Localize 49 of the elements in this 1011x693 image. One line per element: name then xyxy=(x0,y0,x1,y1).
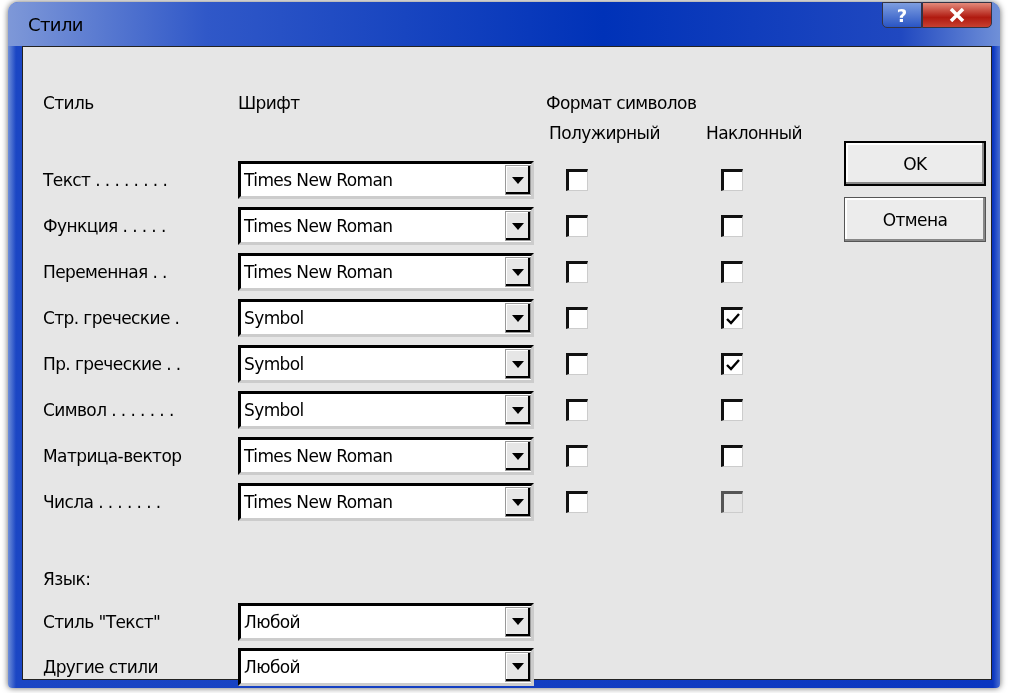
checkbox[interactable] xyxy=(566,491,588,513)
checkbox[interactable] xyxy=(721,261,743,283)
checkbox[interactable] xyxy=(566,307,588,329)
font-dropdown[interactable]: Times New Roman xyxy=(238,161,534,199)
font-dropdown[interactable]: Times New Roman xyxy=(238,253,534,291)
style-label: Текст . . . . . . . . xyxy=(43,170,169,190)
checkbox[interactable] xyxy=(721,353,743,375)
checkbox[interactable] xyxy=(721,307,743,329)
close-button[interactable] xyxy=(922,2,992,28)
help-button[interactable]: ? xyxy=(882,2,922,28)
language-dropdown[interactable]: Любой xyxy=(238,647,534,686)
checkbox[interactable] xyxy=(721,215,743,237)
style-label: Символ . . . . . . . xyxy=(43,400,175,420)
checkbox[interactable] xyxy=(566,445,588,467)
column-header: Шрифт xyxy=(238,93,301,113)
column-header: Полужирный xyxy=(549,123,660,143)
font-dropdown[interactable]: Symbol xyxy=(238,345,534,383)
checkbox[interactable] xyxy=(566,215,588,237)
window-title: Стили xyxy=(28,13,83,35)
checkbox[interactable] xyxy=(721,445,743,467)
checkbox[interactable] xyxy=(566,169,588,191)
column-header: Наклонный xyxy=(706,123,803,143)
cancel-button[interactable]: Отмена xyxy=(844,197,986,242)
group-header: Формат символов xyxy=(545,93,697,113)
ok-button[interactable]: OK xyxy=(844,141,986,186)
font-dropdown[interactable]: Times New Roman xyxy=(238,207,534,245)
language-label: Другие стили xyxy=(43,656,159,677)
checkbox[interactable] xyxy=(566,353,588,375)
check-icon xyxy=(726,313,740,325)
language-label: Стиль "Текст" xyxy=(43,611,162,632)
style-label: Числа . . . . . . . xyxy=(43,492,162,512)
font-dropdown[interactable]: Symbol xyxy=(238,391,534,429)
font-dropdown[interactable]: Symbol xyxy=(238,299,534,337)
checkbox[interactable] xyxy=(721,399,743,421)
font-dropdown[interactable]: Times New Roman xyxy=(238,437,534,475)
checkbox[interactable] xyxy=(721,169,743,191)
style-label: Стр. греческие . xyxy=(43,308,181,328)
style-label: Пр. греческие . . xyxy=(43,354,182,374)
style-label: Переменная . . xyxy=(43,262,168,282)
font-dropdown[interactable]: Times New Roman xyxy=(238,483,534,521)
close-icon xyxy=(949,8,965,22)
language-dropdown[interactable]: Любой xyxy=(238,602,534,641)
style-label: Матрица-вектор xyxy=(43,446,183,466)
checkbox[interactable] xyxy=(566,399,588,421)
check-icon xyxy=(726,359,740,371)
checkbox[interactable] xyxy=(566,261,588,283)
column-header: Стиль xyxy=(43,93,95,113)
style-label: Функция . . . . . xyxy=(43,216,167,236)
section-label: Язык: xyxy=(43,569,91,591)
